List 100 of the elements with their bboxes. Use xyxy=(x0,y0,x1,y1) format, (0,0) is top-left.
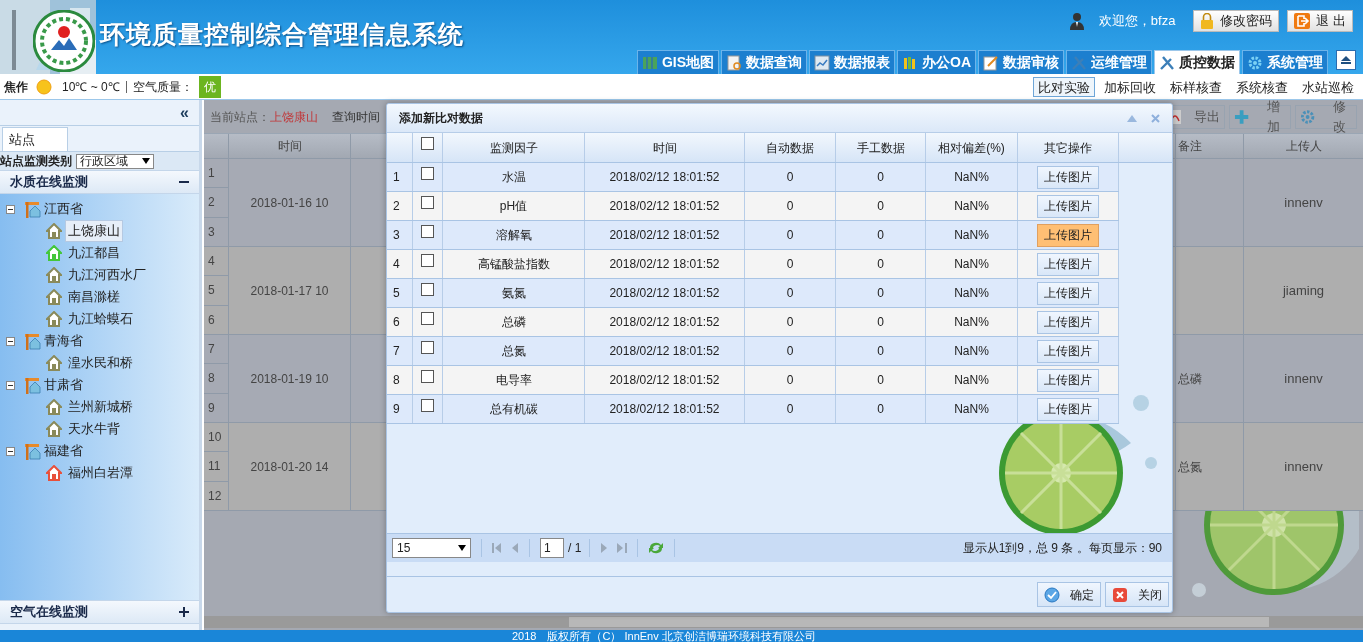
upload-image-button[interactable]: 上传图片 xyxy=(1037,368,1099,392)
province-node[interactable]: 江西省 xyxy=(44,199,83,219)
section-header[interactable]: 空气在线监测 xyxy=(0,600,199,624)
table-cell-text: NaN% xyxy=(954,256,989,273)
column-header: 相对偏差(%) xyxy=(938,139,1005,157)
table-cell-text: 0 xyxy=(786,198,794,215)
station-node[interactable]: 九江蛤蟆石 xyxy=(65,308,136,330)
paging-info: 显示从1到9，总 9 条 。每页显示：90 xyxy=(962,540,1162,557)
table-cell-text: 0 xyxy=(877,314,884,331)
change-password-button[interactable]: 修改密码 xyxy=(1193,10,1280,32)
upload-image-button[interactable]: 上传图片 xyxy=(1037,281,1099,305)
category-select[interactable]: 行政区域 xyxy=(76,153,154,169)
row-number: 7 xyxy=(393,343,400,360)
column-header: 上传人 xyxy=(1285,138,1322,155)
row-number: 8 xyxy=(204,364,228,394)
sub-tab[interactable]: 水站巡检 xyxy=(1297,76,1359,97)
table-cell-text: 0 xyxy=(786,285,794,302)
table-cell-text: innenv xyxy=(1284,457,1323,476)
upload-image-button[interactable]: 上传图片 xyxy=(1037,223,1099,247)
nav-tab[interactable]: 运维管理 xyxy=(1066,50,1152,74)
station-node[interactable]: 福州白岩潭 xyxy=(65,462,136,484)
table-cell-text: 2018-01-16 10 xyxy=(250,194,329,212)
table-cell-text: NaN% xyxy=(954,401,989,418)
column-header: 其它操作 xyxy=(1044,139,1092,157)
page-number-input[interactable]: 1 xyxy=(540,538,564,558)
station-node[interactable]: 南昌滁槎 xyxy=(65,286,123,308)
table-cell-text: 0 xyxy=(877,198,884,215)
sub-tab[interactable]: 加标回收 xyxy=(1099,76,1161,97)
upload-image-button[interactable]: 上传图片 xyxy=(1037,310,1099,334)
nav-tab[interactable]: GIS地图 xyxy=(636,50,719,74)
filter-label: 站点监测类别 xyxy=(0,153,72,170)
table-cell-text: NaN% xyxy=(954,227,989,244)
province-node[interactable]: 福建省 xyxy=(44,441,83,461)
column-header: 备注 xyxy=(1178,138,1202,155)
nav-tab[interactable]: 质控数据 xyxy=(1154,50,1240,74)
row-number: 9 xyxy=(393,401,400,418)
sub-tab[interactable]: 标样核查 xyxy=(1165,76,1227,97)
table-cell-text: 0 xyxy=(786,227,794,244)
row-number: 7 xyxy=(204,335,228,365)
nav-tab[interactable]: 系统管理 xyxy=(1242,50,1328,74)
column-header: 时间 xyxy=(652,139,677,157)
nav-tab[interactable]: 数据查询 xyxy=(721,50,807,74)
station-node[interactable]: 上饶康山 xyxy=(65,220,123,242)
app-title: 环境质量控制综合管理信息系统 xyxy=(100,19,464,50)
row-number: 3 xyxy=(393,227,400,244)
station-label: 当前站点： xyxy=(210,108,270,126)
table-cell-text: 0 xyxy=(786,314,794,331)
table-cell-text: 0 xyxy=(877,343,884,360)
table-cell-text: 总有机碳 xyxy=(489,401,538,418)
sub-tab[interactable]: 比对实验 xyxy=(1033,76,1095,97)
station-node[interactable]: 九江河西水厂 xyxy=(65,264,149,286)
table-cell-text: 2018/02/12 18:01:52 xyxy=(609,401,720,418)
column-header: 手工数据 xyxy=(856,139,905,157)
close-button[interactable]: 关闭 xyxy=(1105,582,1169,607)
table-cell-text: 0 xyxy=(786,372,794,389)
table-cell-text: 2018/02/12 18:01:52 xyxy=(609,227,720,244)
upload-image-button[interactable]: 上传图片 xyxy=(1037,165,1099,189)
sidebar-tab[interactable]: 站点 xyxy=(2,127,68,151)
table-cell-text: 0 xyxy=(877,285,884,302)
table-cell-text: NaN% xyxy=(954,198,989,215)
section-header[interactable]: 水质在线监测 xyxy=(0,170,199,194)
table-cell-text: 2018-01-20 14 xyxy=(250,458,329,476)
table-cell-text: 2018/02/12 18:01:52 xyxy=(609,372,720,389)
station-node[interactable]: 湟水民和桥 xyxy=(65,352,136,374)
row-number: 9 xyxy=(207,399,216,417)
upload-image-button[interactable]: 上传图片 xyxy=(1037,397,1099,421)
table-cell-text: 2018/02/12 18:01:52 xyxy=(609,314,720,331)
row-number: 4 xyxy=(204,247,228,277)
row-number: 6 xyxy=(207,311,216,329)
sub-tab[interactable]: 系统核查 xyxy=(1231,76,1293,97)
province-node[interactable]: 甘肃省 xyxy=(44,375,83,395)
collapse-sidebar-button[interactable]: « xyxy=(180,100,189,125)
nav-tab[interactable]: 办公OA xyxy=(897,50,976,74)
station-node[interactable]: 九江都昌 xyxy=(65,242,123,264)
station-node[interactable]: 兰州新城桥 xyxy=(65,396,136,418)
row-number: 1 xyxy=(393,169,400,186)
nav-tab[interactable]: 数据审核 xyxy=(978,50,1064,74)
table-cell-text: NaN% xyxy=(954,343,989,360)
upload-image-button[interactable]: 上传图片 xyxy=(1037,339,1099,363)
table-cell-text: 2018-01-17 10 xyxy=(250,282,329,300)
upload-image-button[interactable]: 上传图片 xyxy=(1037,252,1099,276)
table-cell-text: 2018/02/12 18:01:52 xyxy=(609,343,720,360)
province-node[interactable]: 青海省 xyxy=(44,331,83,351)
nav-tab[interactable]: 数据报表 xyxy=(809,50,895,74)
row-number: 12 xyxy=(207,487,223,505)
table-cell-text: 总磷 xyxy=(501,314,526,331)
city-label: 焦作 xyxy=(4,78,28,96)
table-cell-text: 总磷 xyxy=(1178,370,1202,388)
confirm-button[interactable]: 确定 xyxy=(1037,582,1101,607)
table-cell-text: 溶解氧 xyxy=(495,227,532,244)
table-cell-text: 0 xyxy=(877,401,884,418)
row-number: 2 xyxy=(393,198,400,215)
table-cell-text: 0 xyxy=(877,256,884,273)
table-cell-text: 2018-01-19 10 xyxy=(250,370,329,388)
logout-button[interactable]: 退 出 xyxy=(1287,10,1353,32)
table-cell-text: 0 xyxy=(877,227,884,244)
row-number: 2 xyxy=(204,188,228,218)
station-node[interactable]: 天水牛背 xyxy=(65,418,123,440)
page-size-select[interactable]: 15 xyxy=(392,538,471,558)
upload-image-button[interactable]: 上传图片 xyxy=(1037,194,1099,218)
